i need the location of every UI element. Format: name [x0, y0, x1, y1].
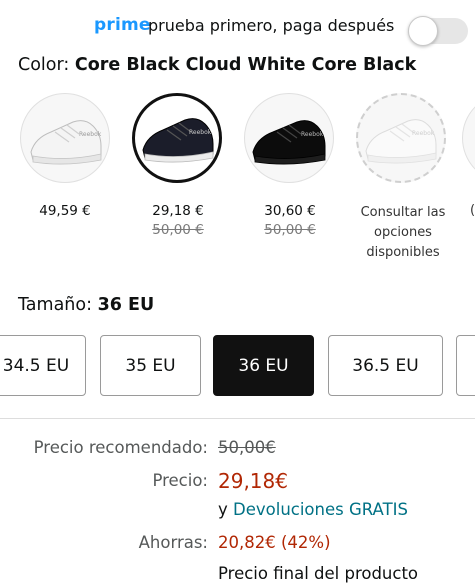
swatch-price: 49,59 € [39, 203, 91, 219]
faded-white-sneaker-image: Reebok [365, 119, 437, 164]
size-label: Tamaño: [18, 295, 92, 315]
free-returns-link[interactable]: Devoluciones GRATIS [233, 500, 408, 519]
size-option-next-partial[interactable] [456, 335, 475, 396]
color-swatch-cloud-white[interactable]: Reebok [20, 93, 110, 183]
color-swatch-unavailable[interactable]: Reebok [356, 93, 446, 183]
size-option-label: 34.5 EU [2, 355, 70, 376]
color-label: Color: [18, 55, 70, 75]
size-option-35[interactable]: 35 EU [100, 335, 201, 396]
prime-try-text: prueba primero, paga después [148, 16, 395, 35]
color-swatch-core-black[interactable]: Reebok [244, 93, 334, 183]
black-sneaker-image: Reebok [252, 120, 326, 165]
prime-toggle[interactable] [408, 16, 468, 46]
size-option-label: 35 EU [125, 355, 176, 376]
prime-try-before-buy-row: prime prueba primero, paga después [0, 12, 475, 46]
size-value: 36 EU [97, 295, 155, 315]
prime-logo: prime [94, 15, 151, 35]
svg-text:Reebok: Reebok [189, 129, 212, 136]
size-option-label: 36 EU [238, 355, 289, 376]
color-swatch-next-partial[interactable] [462, 93, 475, 183]
price-label: Precio: [152, 471, 208, 490]
price-value: 29,18€ [218, 469, 288, 493]
black-white-sneaker-image: Reebok [142, 118, 214, 163]
size-option-36-5[interactable]: 36.5 EU [328, 335, 443, 396]
swatch-list-price: 50,00 € [152, 222, 204, 238]
swatch-list-price: 50,00 € [264, 222, 316, 238]
savings-label: Ahorras: [138, 533, 208, 552]
product-options-page: prime prueba primero, paga después Color… [0, 0, 475, 588]
next-swatch-partial-text: ( [470, 203, 475, 218]
swatch-price: 29,18 € [152, 203, 204, 219]
size-option-36[interactable]: 36 EU [213, 335, 314, 396]
color-value: Core Black Cloud White Core Black [74, 55, 417, 75]
section-divider [0, 418, 475, 419]
color-swatch-core-black-cloud-white[interactable]: Reebok [132, 93, 222, 183]
size-option-label: 36.5 EU [352, 355, 419, 376]
svg-text:Reebok: Reebok [79, 131, 102, 138]
white-sneaker-image: Reebok [30, 120, 102, 165]
savings-value: 20,82€ (42%) [218, 533, 331, 552]
svg-text:Reebok: Reebok [412, 130, 435, 137]
size-heading: Tamaño: 36 EU [18, 295, 154, 315]
color-heading: Color: Core Black Cloud White Core Black [18, 55, 416, 75]
recommended-price-label: Precio recomendado: [33, 438, 208, 457]
swatch-price: 30,60 € [264, 203, 316, 219]
final-price-note: Precio final del producto [218, 564, 419, 583]
svg-text:Reebok: Reebok [301, 131, 324, 138]
toggle-knob [408, 16, 438, 46]
returns-line: y Devoluciones GRATIS [218, 500, 408, 519]
recommended-price-value: 50,00€ [218, 438, 276, 457]
size-option-34-5[interactable]: 34.5 EU [0, 335, 86, 396]
swatch-consult-options: Consultar las opciones disponibles [360, 205, 446, 260]
returns-prefix: y [218, 500, 228, 519]
